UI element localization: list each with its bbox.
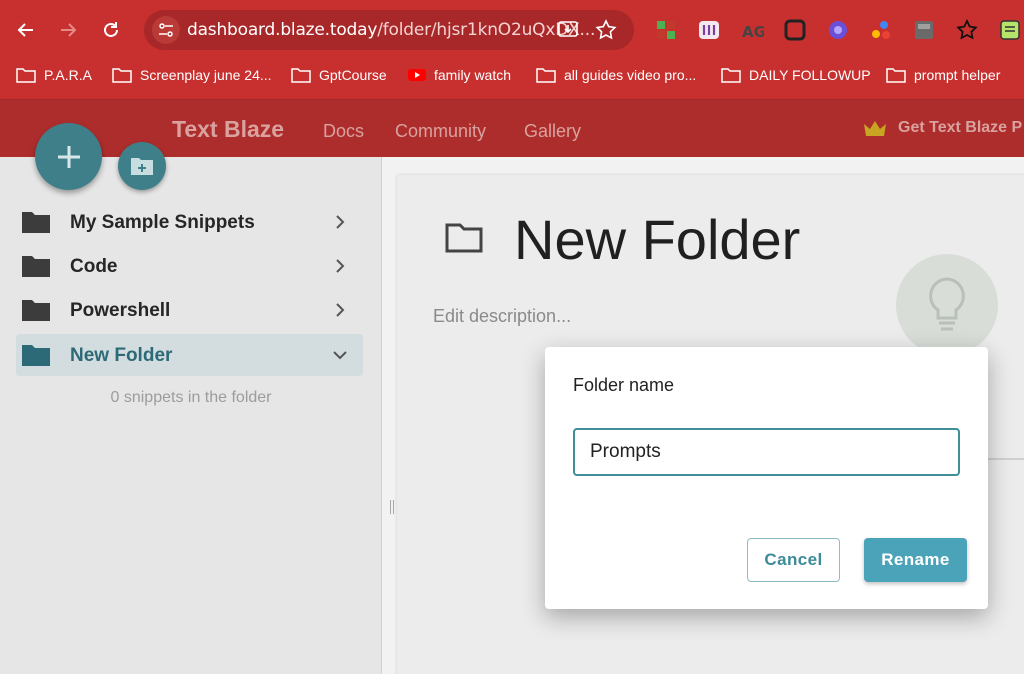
- cancel-button[interactable]: Cancel: [747, 538, 840, 582]
- rename-button[interactable]: Rename: [864, 538, 967, 582]
- dialog-title: Folder name: [573, 375, 675, 395]
- rename-folder-dialog: Folder name Cancel Rename: [545, 347, 988, 609]
- folder-name-input[interactable]: [573, 428, 960, 476]
